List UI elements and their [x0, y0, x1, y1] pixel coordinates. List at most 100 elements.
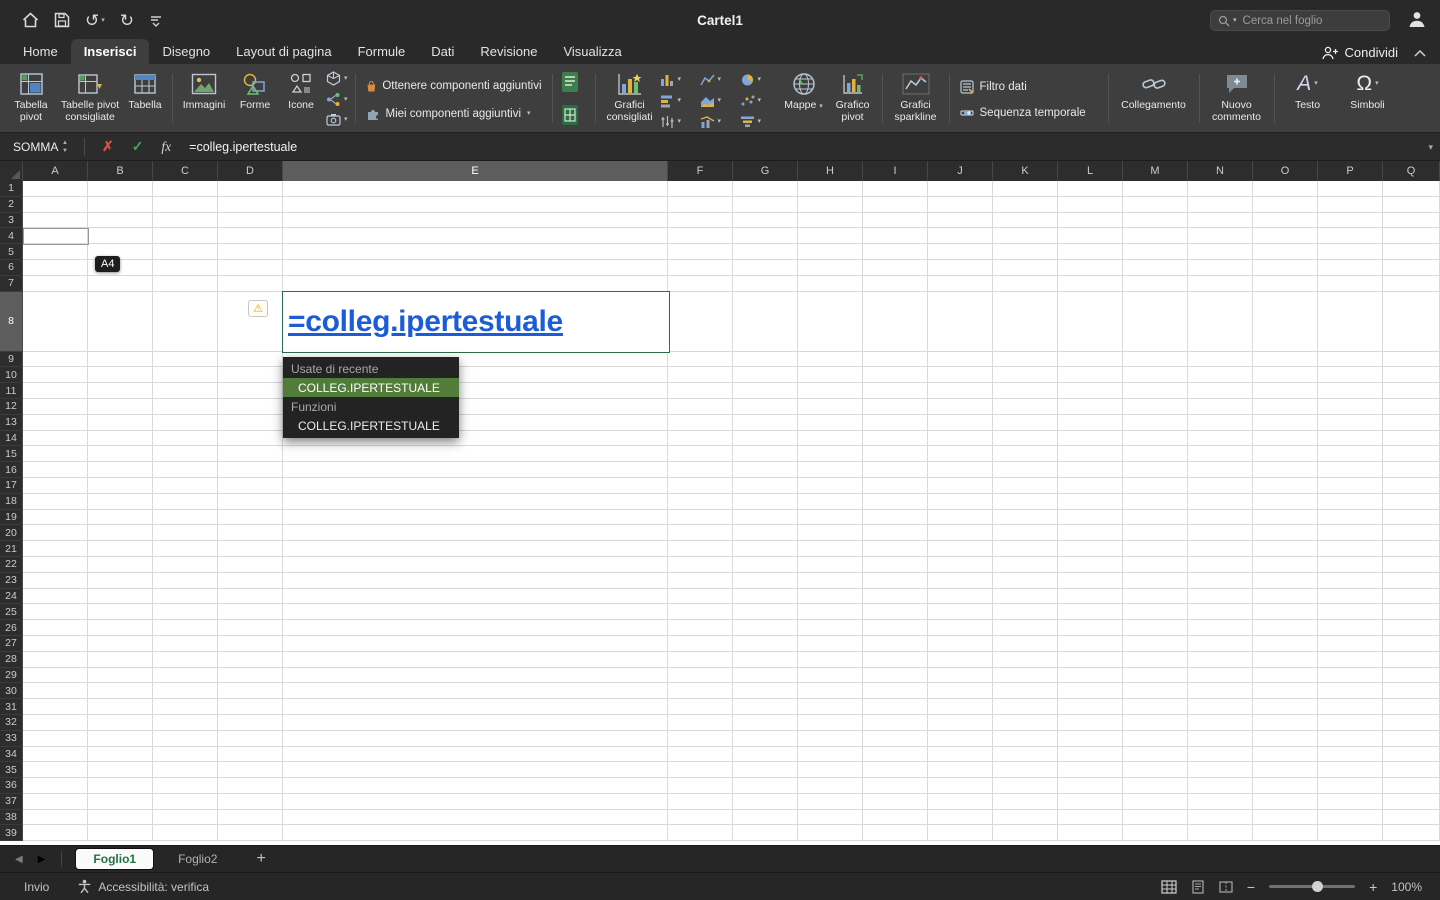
cell-N37[interactable]	[1188, 794, 1253, 810]
cell-H14[interactable]	[798, 431, 863, 447]
cell-H3[interactable]	[798, 213, 863, 229]
cell-G9[interactable]	[733, 352, 798, 368]
cell-O13[interactable]	[1253, 415, 1318, 431]
cell-H29[interactable]	[798, 668, 863, 684]
cell-J16[interactable]	[928, 462, 993, 478]
cell-Q28[interactable]	[1383, 652, 1440, 668]
cell-P6[interactable]	[1318, 260, 1383, 276]
cell-H15[interactable]	[798, 446, 863, 462]
cell-C6[interactable]	[153, 260, 218, 276]
cell-P15[interactable]	[1318, 446, 1383, 462]
cell-L3[interactable]	[1058, 213, 1123, 229]
cell-D35[interactable]	[218, 762, 283, 778]
cell-Q25[interactable]	[1383, 604, 1440, 620]
cell-P32[interactable]	[1318, 715, 1383, 731]
cell-Q14[interactable]	[1383, 431, 1440, 447]
cell-E25[interactable]	[283, 604, 668, 620]
cell-F5[interactable]	[668, 244, 733, 260]
cell-N16[interactable]	[1188, 462, 1253, 478]
row-header-13[interactable]: 13	[0, 415, 23, 431]
cell-M25[interactable]	[1123, 604, 1188, 620]
cell-Q11[interactable]	[1383, 383, 1440, 399]
chart-line-button[interactable]: ▾	[700, 69, 740, 90]
cell-C11[interactable]	[153, 383, 218, 399]
column-header-A[interactable]: A	[23, 161, 88, 181]
cell-G6[interactable]	[733, 260, 798, 276]
error-checking-warning-icon[interactable]: ⚠	[248, 300, 268, 317]
cell-D28[interactable]	[218, 652, 283, 668]
cell-O20[interactable]	[1253, 525, 1318, 541]
cell-D37[interactable]	[218, 794, 283, 810]
zoom-slider-thumb[interactable]	[1312, 881, 1323, 892]
cell-J18[interactable]	[928, 494, 993, 510]
cell-E1[interactable]	[283, 181, 668, 197]
cell-M28[interactable]	[1123, 652, 1188, 668]
cell-B22[interactable]	[88, 557, 153, 573]
cell-A35[interactable]	[23, 762, 88, 778]
cell-M39[interactable]	[1123, 825, 1188, 841]
cell-G21[interactable]	[733, 541, 798, 557]
cell-J3[interactable]	[928, 213, 993, 229]
cell-N1[interactable]	[1188, 181, 1253, 197]
cell-H18[interactable]	[798, 494, 863, 510]
cell-I20[interactable]	[863, 525, 928, 541]
cell-O6[interactable]	[1253, 260, 1318, 276]
cell-J8[interactable]	[928, 292, 993, 352]
cell-J2[interactable]	[928, 197, 993, 213]
cell-M17[interactable]	[1123, 478, 1188, 494]
row-header-38[interactable]: 38	[0, 810, 23, 826]
cell-K14[interactable]	[993, 431, 1058, 447]
cell-K15[interactable]	[993, 446, 1058, 462]
cell-B18[interactable]	[88, 494, 153, 510]
name-box-stepper[interactable]: ▲▼	[62, 140, 68, 154]
cell-P24[interactable]	[1318, 589, 1383, 605]
cell-F1[interactable]	[668, 181, 733, 197]
tab-disegno[interactable]: Disegno	[149, 39, 223, 64]
cell-A37[interactable]	[23, 794, 88, 810]
cell-J31[interactable]	[928, 699, 993, 715]
cell-M10[interactable]	[1123, 367, 1188, 383]
cell-I18[interactable]	[863, 494, 928, 510]
cell-O26[interactable]	[1253, 620, 1318, 636]
row-header-3[interactable]: 3	[0, 213, 23, 229]
link-button[interactable]: Collegamento	[1113, 67, 1195, 132]
cell-A36[interactable]	[23, 778, 88, 794]
cell-H5[interactable]	[798, 244, 863, 260]
cell-A9[interactable]	[23, 352, 88, 368]
cell-O29[interactable]	[1253, 668, 1318, 684]
cell-M7[interactable]	[1123, 276, 1188, 292]
cell-O28[interactable]	[1253, 652, 1318, 668]
cell-F35[interactable]	[668, 762, 733, 778]
column-header-J[interactable]: J	[928, 161, 993, 181]
cell-J33[interactable]	[928, 731, 993, 747]
cell-O21[interactable]	[1253, 541, 1318, 557]
cell-L36[interactable]	[1058, 778, 1123, 794]
cell-O3[interactable]	[1253, 213, 1318, 229]
cell-J27[interactable]	[928, 636, 993, 652]
new-comment-button[interactable]: Nuovo commento	[1204, 67, 1270, 132]
cell-P13[interactable]	[1318, 415, 1383, 431]
cell-B28[interactable]	[88, 652, 153, 668]
cell-I25[interactable]	[863, 604, 928, 620]
cell-C7[interactable]	[153, 276, 218, 292]
cell-M32[interactable]	[1123, 715, 1188, 731]
cell-H16[interactable]	[798, 462, 863, 478]
cell-D25[interactable]	[218, 604, 283, 620]
chart-stock-button[interactable]: ▾	[660, 111, 700, 132]
cell-H39[interactable]	[798, 825, 863, 841]
cell-I19[interactable]	[863, 510, 928, 526]
cell-A22[interactable]	[23, 557, 88, 573]
cell-A12[interactable]	[23, 399, 88, 415]
row-header-34[interactable]: 34	[0, 747, 23, 763]
cell-N39[interactable]	[1188, 825, 1253, 841]
cell-H4[interactable]	[798, 228, 863, 244]
cell-F39[interactable]	[668, 825, 733, 841]
row-header-1[interactable]: 1	[0, 181, 23, 197]
cell-M11[interactable]	[1123, 383, 1188, 399]
cell-P8[interactable]	[1318, 292, 1383, 352]
cell-J19[interactable]	[928, 510, 993, 526]
cell-K4[interactable]	[993, 228, 1058, 244]
cell-L21[interactable]	[1058, 541, 1123, 557]
cell-N38[interactable]	[1188, 810, 1253, 826]
cell-B39[interactable]	[88, 825, 153, 841]
